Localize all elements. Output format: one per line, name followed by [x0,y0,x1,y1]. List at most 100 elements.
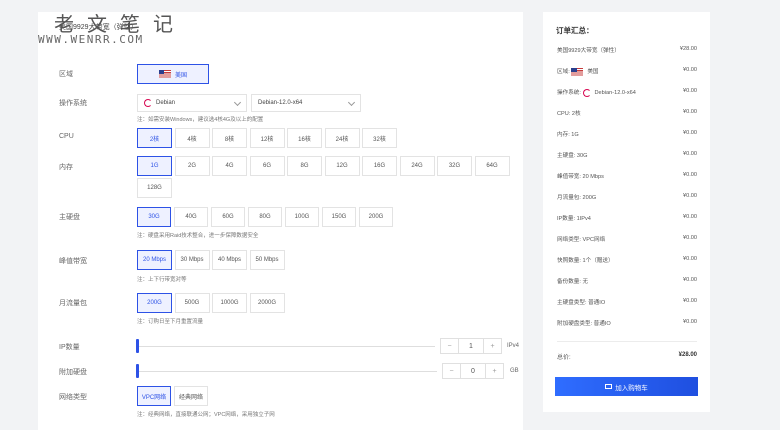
bandwidth-note: 注：上下行带宽对等 [137,277,187,283]
memory-option[interactable]: 24G [399,156,435,176]
cpu-option[interactable]: 4核 [174,128,210,148]
memory-option[interactable]: 128G [137,178,172,198]
disk-option[interactable]: 30G [137,207,171,227]
disk-note: 注：硬盘采用Raid技术整合，进一步保障数据安全 [137,233,259,239]
bandwidth-option[interactable]: 40 Mbps [212,250,247,270]
extra-disk-plus-button[interactable]: + [486,364,503,378]
os-label: 操作系统 [59,100,87,107]
extra-disk-slider-track[interactable] [137,371,437,372]
summary-row-label: CPU: 2核 [557,109,581,117]
os-family-value: Debian [156,100,176,106]
ip-value[interactable]: 1 [458,339,484,353]
summary-row-label-text: 备份数量: 无 [557,279,589,285]
summary-row: 操作系统: Debian-12.0-x64 ¥0.00 [557,88,697,97]
summary-row: 主硬盘: 30G ¥0.00 [557,151,697,159]
summary-row-label-text: 峰值带宽: 20 Mbps [557,174,604,180]
chevron-down-icon [233,98,242,107]
disk-option[interactable]: 40G [174,207,208,227]
memory-option[interactable]: 64G [474,156,510,176]
summary-row-price: ¥0.00 [683,277,697,283]
summary-row-price: ¥0.00 [683,193,697,199]
disk-option[interactable]: 100G [285,207,319,227]
disk-option[interactable]: 200G [359,207,393,227]
summary-row-price: ¥28.00 [679,46,697,52]
network-label: 网络类型 [59,394,87,401]
memory-option[interactable]: 12G [324,156,360,176]
extra-disk-minus-button[interactable]: − [443,364,460,378]
summary-row: 内存: 1G ¥0.00 [557,130,697,138]
summary-divider [557,341,697,342]
us-flag-icon [571,67,584,76]
os-version-select[interactable]: Debian-12.0-x64 [251,94,361,112]
memory-option[interactable]: 8G [287,156,322,176]
network-note: 注：经典网络，直接联通公网；VPC网络，采用独立子网 [137,412,275,418]
network-option[interactable]: 经典网络 [174,386,208,406]
bandwidth-option[interactable]: 30 Mbps [174,250,210,270]
disk-label: 主硬盘 [59,214,80,221]
summary-row: 峰值带宽: 20 Mbps ¥0.00 [557,172,697,180]
summary-row-value: Debian-12.0-x64 [594,90,636,96]
os-family-select[interactable]: Debian [137,94,247,112]
cpu-option[interactable]: 2核 [137,128,172,148]
summary-row-price: ¥0.00 [683,235,697,241]
summary-row-label: IP数量: 1IPv4 [557,214,591,222]
traffic-option[interactable]: 500G [174,293,210,313]
disk-option[interactable]: 80G [248,207,282,227]
summary-row-price: ¥0.00 [683,130,697,136]
ip-stepper[interactable]: − 1 + [440,338,502,354]
memory-option[interactable]: 6G [249,156,285,176]
network-option[interactable]: VPC网络 [137,386,171,406]
summary-row-label: 网络类型: VPC网络 [557,235,605,243]
traffic-option[interactable]: 200G [137,293,172,313]
summary-row: CPU: 2核 ¥0.00 [557,109,697,117]
summary-row-label-text: 主硬盘类型: 普通IO [557,300,606,306]
add-to-cart-button[interactable]: 加入购物车 [555,377,698,396]
total-label: 总价: [557,355,571,361]
extra-disk-slider-handle[interactable] [136,364,139,378]
ip-minus-button[interactable]: − [441,339,458,353]
bandwidth-option[interactable]: 50 Mbps [249,250,285,270]
cpu-option[interactable]: 8核 [212,128,247,148]
summary-row-label-text: 主硬盘: 30G [557,153,588,159]
summary-row-label-text: 内存: 1G [557,132,579,138]
ip-slider-handle[interactable] [136,339,139,353]
extra-disk-stepper[interactable]: − 0 + [442,363,504,379]
summary-row: 月流量包: 200G ¥0.00 [557,193,697,201]
summary-row-value: 美国 [587,69,599,75]
memory-option[interactable]: 1G [137,156,172,176]
bandwidth-option[interactable]: 20 Mbps [137,250,172,270]
memory-option[interactable]: 2G [174,156,210,176]
summary-row-label: 美国9929大带宽（弹性） [557,46,620,54]
cpu-option[interactable]: 12核 [249,128,285,148]
summary-row-price: ¥0.00 [683,88,697,94]
region-option-us[interactable]: 美国 [137,64,209,84]
summary-row-label-text: 附加硬盘类型: 普通IO [557,321,611,327]
us-flag-icon [158,70,171,78]
ip-slider-track[interactable] [137,346,435,347]
summary-row: 区域: 美国 ¥0.00 [557,67,697,76]
cpu-option[interactable]: 32核 [362,128,397,148]
traffic-option[interactable]: 1000G [212,293,247,313]
disk-option[interactable]: 60G [211,207,245,227]
extra-disk-value[interactable]: 0 [460,364,486,378]
watermark-url: WWW.WENRR.COM [38,33,144,46]
bandwidth-label: 峰值带宽 [59,258,87,265]
os-version-value: Debian-12.0-x64 [258,100,303,106]
summary-row-label-text: 网络类型: VPC网络 [557,237,606,243]
memory-option[interactable]: 16G [362,156,397,176]
disk-option[interactable]: 150G [322,207,356,227]
extra-disk-label: 附加硬盘 [59,369,87,376]
summary-row: IP数量: 1IPv4 ¥0.00 [557,214,697,222]
ip-plus-button[interactable]: + [484,339,501,353]
region-label: 区域 [59,71,73,78]
memory-option[interactable]: 32G [437,156,472,176]
summary-row-label-text: 月流量包: 200G [557,195,597,201]
summary-row-price: ¥0.00 [683,151,697,157]
summary-row: 备份数量: 无 ¥0.00 [557,277,697,285]
cpu-option[interactable]: 24核 [324,128,360,148]
summary-row: 快照数量: 1个（赠送） ¥0.00 [557,256,697,264]
ip-unit: IPv4 [507,343,520,349]
memory-option[interactable]: 4G [212,156,247,176]
cpu-option[interactable]: 16核 [287,128,322,148]
traffic-option[interactable]: 2000G [249,293,285,313]
